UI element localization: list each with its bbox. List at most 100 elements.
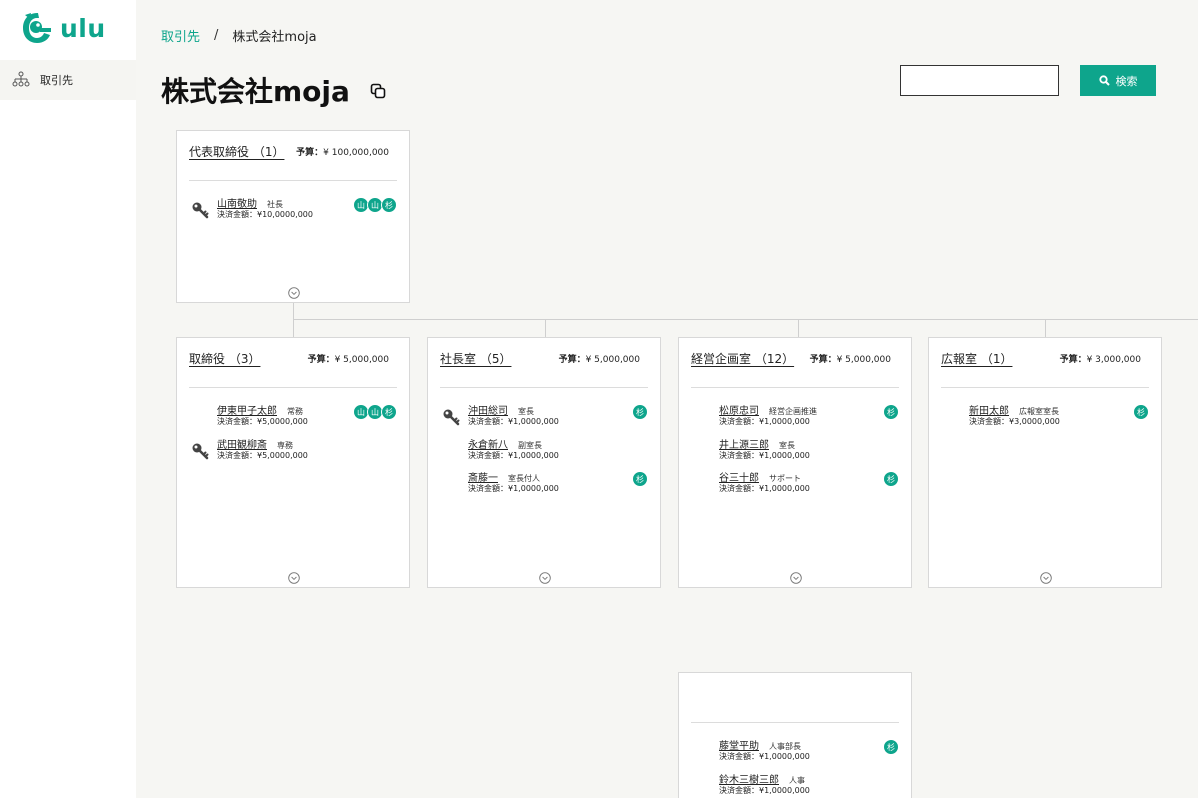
amount-label: 決済金額： bbox=[217, 450, 257, 460]
amount-value: ¥10,0000,000 bbox=[257, 210, 313, 219]
member-amount: 決済金額：¥1,0000,000 bbox=[468, 483, 559, 494]
member-name-link[interactable]: 井上源三郎 室長 bbox=[719, 436, 795, 451]
amount-label: 決済金額： bbox=[719, 752, 759, 761]
member-row: 松原忠司 経営企画推進 決済金額：¥1,0000,000 杉 bbox=[691, 402, 899, 432]
assignee-badges: 山山杉 bbox=[353, 404, 397, 420]
department-budget: 予算：¥ 3,000,000 bbox=[1060, 352, 1141, 365]
assignee-avatar[interactable]: 杉 bbox=[883, 471, 899, 487]
member-name-link[interactable]: 谷三十郎 サポート bbox=[719, 469, 801, 484]
member-name-link[interactable]: 伊東甲子太郎 常務 bbox=[217, 402, 303, 417]
logo-text: ulu bbox=[60, 13, 106, 43]
copy-icon[interactable] bbox=[370, 83, 386, 99]
department-name-link[interactable]: 広報室 （1） bbox=[941, 350, 1012, 367]
breadcrumb: 取引先 / 株式会社moja bbox=[161, 26, 317, 45]
amount-label: 決済金額： bbox=[719, 785, 759, 795]
key-icon bbox=[191, 442, 209, 460]
member-row: 山南敬助 社長 決済金額：¥10,0000,000 山山杉 bbox=[189, 195, 397, 225]
expand-chevron-icon[interactable] bbox=[1040, 569, 1052, 584]
member-name-link[interactable]: 鈴木三樹三郎 人事 bbox=[719, 771, 805, 786]
expand-chevron-icon[interactable] bbox=[539, 569, 551, 584]
member-row: 斎藤一 室長付人 決済金額：¥1,0000,000 杉 bbox=[440, 469, 648, 499]
member-amount: 決済金額：¥10,0000,000 bbox=[217, 209, 313, 220]
assignee-badges: 杉 bbox=[632, 471, 648, 487]
expand-chevron-icon[interactable] bbox=[288, 284, 300, 299]
member-amount: 決済金額：¥1,0000,000 bbox=[468, 450, 559, 461]
member-name-link[interactable]: 松原忠司 経営企画推進 bbox=[719, 402, 817, 417]
department-card: 広報室 （1） 予算：¥ 3,000,000 新田太郎 広報室室長 決済金額：¥3,00… bbox=[928, 337, 1162, 588]
budget-label: 予算： bbox=[1059, 355, 1087, 365]
logo-icon bbox=[23, 13, 51, 43]
member-row: 新田太郎 広報室室長 決済金額：¥3,0000,000 杉 bbox=[941, 402, 1149, 432]
member-amount: 決済金額：¥5,0000,000 bbox=[217, 416, 308, 427]
budget-value: ¥ 3,000,000 bbox=[1086, 355, 1141, 365]
assignee-avatar[interactable]: 杉 bbox=[632, 404, 648, 420]
assignee-avatar[interactable]: 杉 bbox=[883, 404, 899, 420]
member-amount: 決済金額：¥1,0000,000 bbox=[719, 416, 810, 427]
budget-label: 予算： bbox=[809, 355, 837, 365]
assignee-avatar[interactable]: 杉 bbox=[632, 471, 648, 487]
department-budget: 予算：¥ 5,000,000 bbox=[810, 352, 891, 365]
search-input[interactable] bbox=[900, 65, 1059, 96]
card-header: 経営企画室 （12） 予算：¥ 5,000,000 bbox=[691, 338, 899, 388]
assignee-badges: 杉 bbox=[883, 404, 899, 420]
breadcrumb-link-clients[interactable]: 取引先 bbox=[161, 26, 200, 45]
member-name-link[interactable]: 斎藤一 室長付人 bbox=[468, 469, 540, 484]
department-name-link[interactable]: 経営企画室 （12） bbox=[691, 350, 794, 367]
member-row: 伊東甲子太郎 常務 決済金額：¥5,0000,000 山山杉 bbox=[189, 402, 397, 432]
member-name-link[interactable]: 武田観柳斎 専務 bbox=[217, 436, 293, 451]
member-name-link[interactable]: 山南敬助 社長 bbox=[217, 195, 283, 210]
assignee-avatar[interactable]: 杉 bbox=[381, 197, 397, 213]
amount-label: 決済金額： bbox=[217, 417, 257, 426]
expand-chevron-icon[interactable] bbox=[790, 569, 802, 584]
member-row: 藤堂平助 人事部長 決済金額：¥1,0000,000 杉 bbox=[691, 737, 899, 767]
breadcrumb-separator: / bbox=[214, 28, 219, 43]
search-icon bbox=[1098, 75, 1110, 86]
app-logo[interactable]: ulu bbox=[22, 10, 106, 46]
key-icon bbox=[442, 408, 460, 426]
department-budget: 予算：¥ 100,000,000 bbox=[296, 145, 389, 158]
member-name-link[interactable]: 永倉新八 副室長 bbox=[468, 436, 542, 451]
amount-value: ¥5,0000,000 bbox=[257, 450, 308, 460]
member-name-link[interactable]: 新田太郎 広報室室長 bbox=[969, 402, 1059, 417]
department-card: 取締役 （3） 予算：¥ 5,000,000 伊東甲子太郎 常務 決済金額：¥5,000… bbox=[176, 337, 410, 588]
member-row: 谷三十郎 サポート 決済金額：¥1,0000,000 杉 bbox=[691, 469, 899, 499]
expand-chevron-icon[interactable] bbox=[288, 569, 300, 584]
amount-value: ¥1,0000,000 bbox=[759, 752, 810, 761]
assignee-avatar[interactable]: 杉 bbox=[381, 404, 397, 420]
assignee-avatar[interactable]: 杉 bbox=[1133, 404, 1149, 420]
member-name-link[interactable]: 沖田総司 室長 bbox=[468, 402, 534, 417]
page-title: 株式会社moja bbox=[161, 75, 350, 108]
assignee-badges: 杉 bbox=[883, 471, 899, 487]
member-amount: 決済金額：¥1,0000,000 bbox=[468, 416, 559, 427]
department-card: 社長室 （5） 予算：¥ 5,000,000 沖田総司 室長 決済金額：¥1,0000,… bbox=[427, 337, 661, 588]
assignee-badges: 杉 bbox=[632, 404, 648, 420]
budget-label: 予算： bbox=[558, 355, 586, 365]
member-name-link[interactable]: 藤堂平助 人事部長 bbox=[719, 737, 801, 752]
member-row: 井上源三郎 室長 決済金額：¥1,0000,000 bbox=[691, 436, 899, 466]
card-header: 社長室 （5） 予算：¥ 5,000,000 bbox=[440, 338, 648, 388]
assignee-avatar[interactable]: 杉 bbox=[883, 739, 899, 755]
department-name-link[interactable]: 社長室 （5） bbox=[440, 350, 511, 367]
amount-label: 決済金額： bbox=[468, 484, 508, 493]
search-button[interactable]: 検索 bbox=[1080, 65, 1156, 96]
assignee-badges: 山山杉 bbox=[353, 197, 397, 213]
sidebar-item-label: 取引先 bbox=[40, 74, 73, 87]
amount-value: ¥1,0000,000 bbox=[508, 484, 559, 493]
budget-value: ¥ 100,000,000 bbox=[323, 148, 389, 158]
amount-value: ¥1,0000,000 bbox=[508, 450, 559, 460]
connector-line bbox=[293, 319, 294, 337]
amount-label: 決済金額： bbox=[719, 450, 759, 460]
department-name-link[interactable]: 代表取締役 （1） bbox=[189, 143, 284, 160]
key-icon bbox=[191, 201, 209, 219]
assignee-badges: 杉 bbox=[883, 739, 899, 755]
amount-value: ¥1,0000,000 bbox=[759, 484, 810, 493]
card-header: 広報室 （1） 予算：¥ 3,000,000 bbox=[941, 338, 1149, 388]
department-card: 藤堂平助 人事部長 決済金額：¥1,0000,000 杉鈴木三樹三郎 人事 決済金額：¥1… bbox=[678, 672, 912, 798]
amount-label: 決済金額： bbox=[969, 417, 1009, 426]
department-name-link[interactable]: 取締役 （3） bbox=[189, 350, 260, 367]
amount-label: 決済金額： bbox=[719, 417, 759, 426]
connector-line bbox=[1045, 319, 1046, 337]
member-amount: 決済金額：¥3,0000,000 bbox=[969, 416, 1060, 427]
sidebar-item-clients[interactable]: 取引先 bbox=[0, 60, 136, 100]
member-row: 永倉新八 副室長 決済金額：¥1,0000,000 bbox=[440, 436, 648, 466]
